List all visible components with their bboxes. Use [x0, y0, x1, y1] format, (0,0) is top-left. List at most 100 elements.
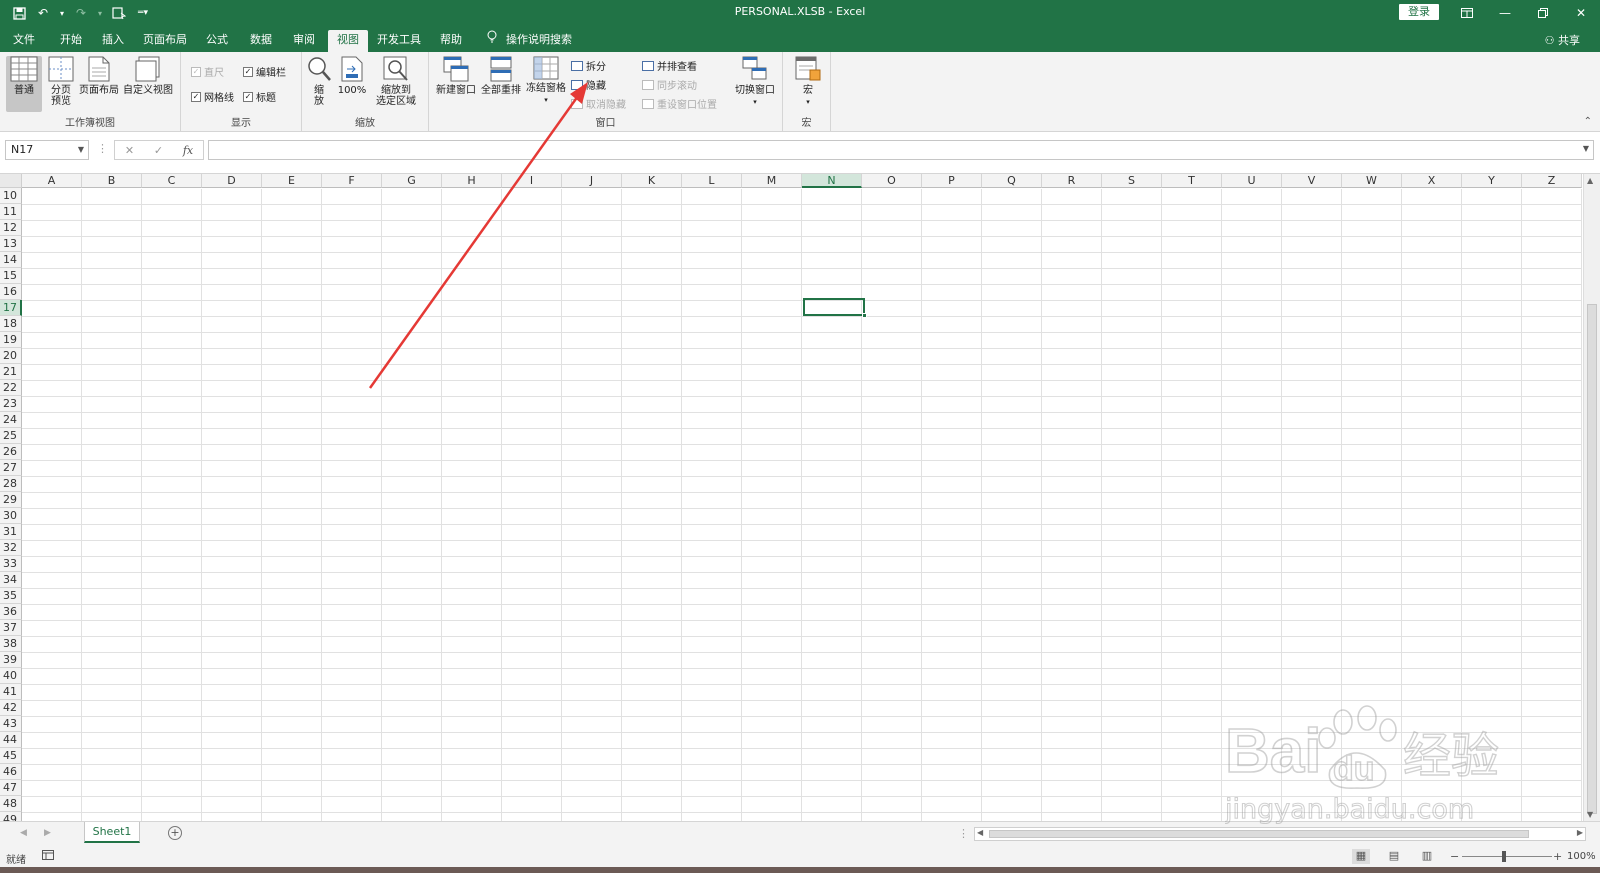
row-header[interactable]: 23: [0, 396, 22, 412]
normal-view-status-icon[interactable]: ▦: [1352, 849, 1370, 864]
row-header[interactable]: 40: [0, 668, 22, 684]
zoom-to-selection-button[interactable]: 缩放到 选定区域: [372, 56, 420, 107]
row-header[interactable]: 37: [0, 620, 22, 636]
ruler-checkbox[interactable]: ✓ 直尺: [191, 64, 224, 79]
row-header[interactable]: 10: [0, 188, 22, 204]
vertical-dots-icon[interactable]: ⋮: [958, 827, 969, 840]
tell-me-search[interactable]: 操作说明搜索: [504, 30, 574, 52]
arrange-all-button[interactable]: 全部重排: [480, 56, 522, 96]
row-header[interactable]: 30: [0, 508, 22, 524]
row-header[interactable]: 27: [0, 460, 22, 476]
vertical-scroll-thumb[interactable]: [1587, 304, 1597, 814]
page-break-status-icon[interactable]: ▥: [1418, 849, 1436, 864]
row-header[interactable]: 41: [0, 684, 22, 700]
row-header[interactable]: 29: [0, 492, 22, 508]
row-header[interactable]: 12: [0, 220, 22, 236]
column-header[interactable]: D: [202, 174, 262, 188]
gridlines-checkbox[interactable]: ✓ 网格线: [191, 89, 234, 104]
column-header[interactable]: H: [442, 174, 502, 188]
page-layout-view-button[interactable]: 页面布局: [78, 56, 120, 96]
column-header[interactable]: G: [382, 174, 442, 188]
sheet-tab-sheet1[interactable]: Sheet1: [84, 822, 140, 843]
zoom-out-icon[interactable]: −: [1450, 850, 1459, 863]
row-header[interactable]: 44: [0, 732, 22, 748]
lightbulb-icon[interactable]: [482, 30, 502, 52]
row-header[interactable]: 46: [0, 764, 22, 780]
column-header[interactable]: Z: [1522, 174, 1582, 188]
ribbon-display-options-icon[interactable]: [1448, 2, 1486, 24]
row-header[interactable]: 16: [0, 284, 22, 300]
view-side-by-side-button[interactable]: 并排查看: [642, 58, 697, 73]
tab-help[interactable]: 帮助: [434, 30, 468, 52]
zoom-percentage[interactable]: 100%: [1567, 851, 1596, 862]
tab-home[interactable]: 开始: [54, 30, 88, 52]
column-header[interactable]: W: [1342, 174, 1402, 188]
tab-data[interactable]: 数据: [244, 30, 278, 52]
scroll-down-icon[interactable]: ▼: [1587, 810, 1593, 819]
zoom-100-button[interactable]: 100%: [336, 56, 368, 96]
row-header[interactable]: 38: [0, 636, 22, 652]
unhide-button[interactable]: 取消隐藏: [571, 96, 626, 111]
row-header[interactable]: 33: [0, 556, 22, 572]
column-header[interactable]: O: [862, 174, 922, 188]
column-header[interactable]: C: [142, 174, 202, 188]
tab-developer[interactable]: 开发工具: [374, 30, 424, 52]
fill-handle[interactable]: [862, 313, 867, 318]
row-header[interactable]: 22: [0, 380, 22, 396]
formula-input[interactable]: ▼: [208, 140, 1594, 160]
column-header[interactable]: V: [1282, 174, 1342, 188]
chevron-down-icon[interactable]: ▼: [78, 141, 84, 159]
row-header[interactable]: 42: [0, 700, 22, 716]
select-all-corner[interactable]: [0, 174, 22, 188]
row-header[interactable]: 39: [0, 652, 22, 668]
tab-file[interactable]: 文件: [8, 30, 40, 52]
insert-function-icon[interactable]: fx: [183, 144, 193, 157]
collapse-ribbon-icon[interactable]: ⌃: [1584, 116, 1592, 127]
close-icon[interactable]: ✕: [1562, 2, 1600, 24]
column-header[interactable]: S: [1102, 174, 1162, 188]
row-header[interactable]: 36: [0, 604, 22, 620]
column-header[interactable]: N: [802, 174, 862, 188]
minimize-icon[interactable]: —: [1486, 2, 1524, 24]
headings-checkbox[interactable]: ✓ 标题: [243, 89, 276, 104]
custom-views-button[interactable]: 自定义视图: [122, 56, 174, 96]
row-header[interactable]: 35: [0, 588, 22, 604]
column-header[interactable]: Q: [982, 174, 1042, 188]
row-header[interactable]: 19: [0, 332, 22, 348]
hide-button[interactable]: 隐藏: [571, 77, 606, 92]
row-header[interactable]: 14: [0, 252, 22, 268]
restore-icon[interactable]: [1524, 2, 1562, 24]
name-box[interactable]: N17 ▼: [5, 140, 89, 160]
row-header[interactable]: 45: [0, 748, 22, 764]
page-layout-status-icon[interactable]: ▤: [1385, 849, 1403, 864]
row-header[interactable]: 32: [0, 540, 22, 556]
zoom-slider-track[interactable]: [1462, 856, 1552, 857]
row-header[interactable]: 21: [0, 364, 22, 380]
column-header[interactable]: U: [1222, 174, 1282, 188]
row-header[interactable]: 18: [0, 316, 22, 332]
prev-sheet-icon[interactable]: ◀: [20, 828, 27, 838]
row-header[interactable]: 48: [0, 796, 22, 812]
macros-button[interactable]: 宏 ▾: [793, 56, 823, 108]
column-header[interactable]: L: [682, 174, 742, 188]
row-header[interactable]: 20: [0, 348, 22, 364]
expand-formula-bar-icon[interactable]: ▼: [1583, 144, 1589, 153]
row-header[interactable]: 25: [0, 428, 22, 444]
tab-view[interactable]: 视图: [328, 30, 368, 52]
macro-recording-icon[interactable]: [42, 850, 54, 863]
new-window-button[interactable]: 新建窗口: [435, 56, 477, 96]
login-button[interactable]: 登录: [1399, 4, 1439, 20]
zoom-in-icon[interactable]: +: [1553, 850, 1562, 863]
row-header[interactable]: 26: [0, 444, 22, 460]
formula-bar-checkbox[interactable]: ✓ 编辑栏: [243, 64, 286, 79]
column-header[interactable]: A: [22, 174, 82, 188]
freeze-panes-button[interactable]: 冻结窗格 ▾: [525, 56, 567, 106]
row-header[interactable]: 15: [0, 268, 22, 284]
scroll-right-icon[interactable]: ▶: [1577, 828, 1583, 837]
add-sheet-icon[interactable]: +: [168, 826, 182, 840]
zoom-button[interactable]: 缩 放: [306, 56, 332, 107]
row-header[interactable]: 28: [0, 476, 22, 492]
selected-cell[interactable]: [803, 298, 867, 318]
synchronous-scrolling-button[interactable]: 同步滚动: [642, 77, 697, 92]
tab-insert[interactable]: 插入: [96, 30, 130, 52]
